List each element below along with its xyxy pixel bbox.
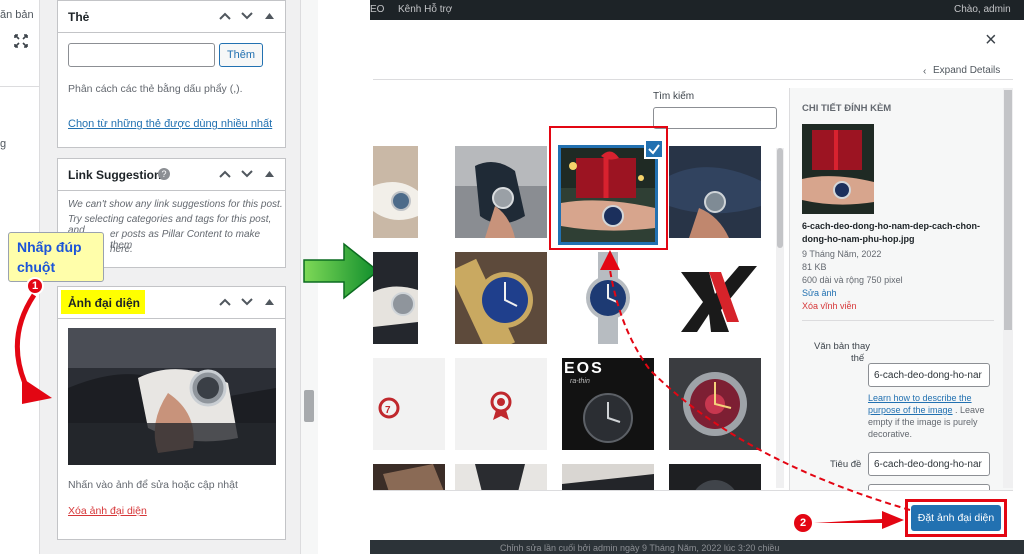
move-up-icon[interactable]: [217, 8, 233, 24]
media-thumb[interactable]: [455, 464, 547, 490]
button-highlight-box: [905, 499, 1007, 537]
dashed-arrow-icon: [600, 250, 911, 511]
tag-input[interactable]: [68, 43, 215, 67]
link-suggestions-title: Link Suggestions: [68, 168, 169, 182]
choose-tags-link[interactable]: Chọn từ những thẻ được dùng nhiều nhất: [68, 118, 272, 130]
tags-metabox: Thẻ Thêm Phân cách các thẻ bằng dấu phẩy…: [57, 0, 286, 148]
close-icon[interactable]: ×: [985, 30, 997, 50]
support-link[interactable]: Kênh Hỗ trợ: [398, 4, 452, 15]
help-icon[interactable]: ?: [158, 168, 170, 180]
featured-image-hint: Nhấn vào ảnh để sửa hoặc cập nhật: [68, 479, 238, 491]
page-footer: Chỉnh sửa lần cuối bởi admin ngày 9 Thán…: [370, 540, 1024, 554]
move-up-icon[interactable]: [217, 294, 233, 310]
tags-hint: Phân cách các thẻ bằng dấu phẩy (,).: [68, 83, 243, 95]
sidebar-scroll-thumb[interactable]: [304, 390, 314, 422]
modal-header-divider: [373, 79, 1013, 80]
double-click-callout: Nhấp đúp chuột: [8, 232, 104, 282]
collapse-icon[interactable]: [261, 8, 277, 24]
link-suggestions-header: Link Suggestions ?: [58, 159, 285, 191]
tags-metabox-header: Thẻ: [58, 1, 285, 33]
media-thumb[interactable]: [455, 146, 547, 238]
media-thumb[interactable]: [669, 146, 761, 238]
media-thumb[interactable]: 7: [373, 358, 445, 450]
move-down-icon[interactable]: [239, 166, 255, 182]
details-preview-image: [802, 124, 874, 214]
alt-text-help-1: . Leave: [955, 405, 985, 415]
green-arrow-icon: [303, 242, 380, 300]
move-up-icon[interactable]: [217, 166, 233, 182]
media-thumb[interactable]: [373, 252, 418, 344]
move-down-icon[interactable]: [239, 294, 255, 310]
suggestions-text-4: here.: [110, 244, 133, 255]
media-thumb[interactable]: [455, 358, 547, 450]
search-input[interactable]: [653, 107, 777, 129]
featured-image-header: Ảnh đại diện: [58, 287, 285, 319]
curved-arrow-icon: [14, 293, 52, 404]
admin-topbar: EO Kênh Hỗ trợ Chào, admin: [370, 0, 1024, 20]
collapse-icon[interactable]: [261, 166, 277, 182]
search-label: Tìm kiếm: [653, 91, 695, 102]
media-thumb[interactable]: [455, 252, 547, 344]
strip-divider: [0, 86, 40, 87]
red-arrow-icon: [814, 511, 904, 529]
chevron-left-icon[interactable]: ‹: [923, 66, 926, 77]
suggestions-text-1: We can't show any link suggestions for t…: [68, 199, 283, 210]
move-down-icon[interactable]: [239, 8, 255, 24]
greeting[interactable]: Chào, admin: [954, 4, 1011, 15]
tags-title: Thẻ: [68, 10, 90, 24]
remove-featured-image-link[interactable]: Xóa ảnh đại diện: [68, 505, 147, 517]
editor-text-fragment: g: [0, 138, 7, 150]
fullscreen-icon[interactable]: [14, 34, 28, 53]
media-thumb[interactable]: [373, 146, 418, 238]
suggestions-text-3: er posts as Pillar Content to make them: [110, 229, 261, 251]
featured-image-preview[interactable]: [68, 328, 276, 465]
featured-image-metabox: Ảnh đại diện Nhấn vào ảnh để sửa hoặc cậ…: [57, 286, 286, 540]
grid-scroll-thumb[interactable]: [777, 148, 783, 248]
selection-highlight-box: [549, 126, 668, 250]
add-tag-button[interactable]: Thêm: [219, 43, 263, 67]
filename-line-1: 6-cach-deo-dong-ho-nam-dep-cach-chon-: [802, 221, 980, 231]
modal-scroll-thumb[interactable]: [1004, 90, 1012, 330]
details-heading: CHI TIẾT ĐÍNH KÈM: [802, 103, 892, 114]
editor-tab-fragment[interactable]: ăn bản: [0, 9, 34, 21]
collapse-icon[interactable]: [261, 294, 277, 310]
callout-line-2: chuột: [17, 259, 56, 275]
expand-details-button[interactable]: Expand Details: [933, 65, 1000, 76]
topbar-fragment[interactable]: EO: [370, 4, 384, 15]
last-edited-text: Chỉnh sửa lần cuối bởi admin ngày 9 Thán…: [500, 543, 780, 553]
thumb-brand-sub: ra-thin: [570, 378, 590, 385]
media-thumb[interactable]: [373, 464, 445, 490]
svg-text:7: 7: [385, 405, 391, 416]
callout-line-1: Nhấp đúp: [17, 239, 82, 255]
